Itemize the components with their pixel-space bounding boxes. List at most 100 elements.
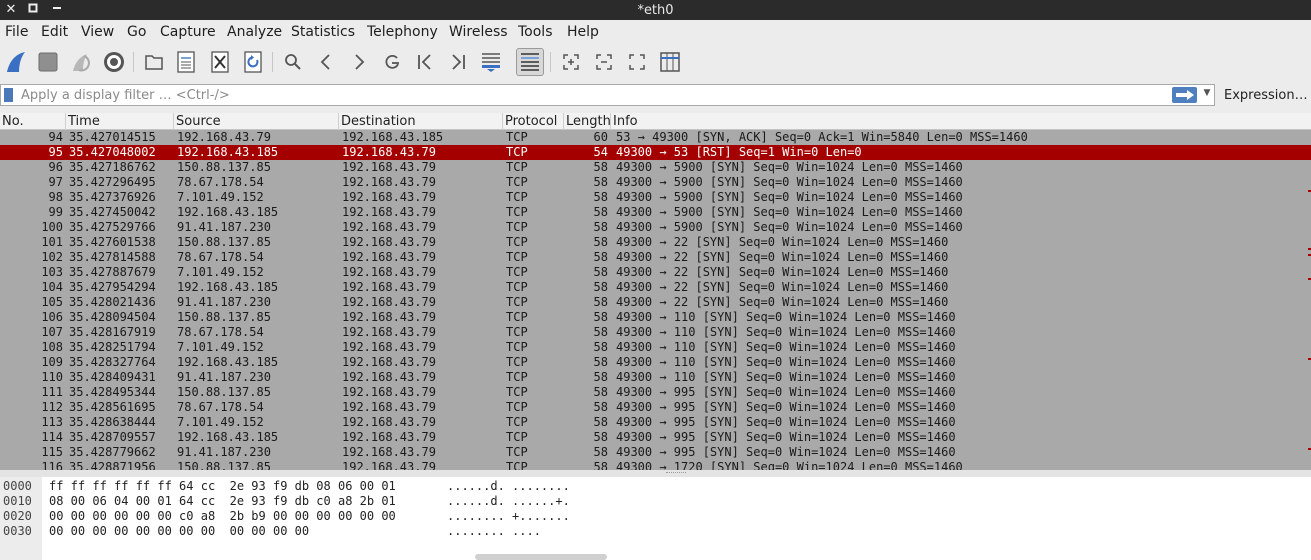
display-filter-box: ▼ [0, 84, 1215, 106]
byte-offset[interactable]: 0030 [3, 524, 32, 539]
menu-help[interactable]: Help [567, 24, 599, 40]
column-header-info[interactable]: Info [611, 113, 1308, 130]
menu-file[interactable]: File [5, 24, 28, 40]
go-forward-icon[interactable] [345, 48, 373, 76]
open-file-icon[interactable] [140, 48, 168, 76]
menu-analyze[interactable]: Analyze [227, 24, 282, 40]
byte-hex[interactable]: 08 00 06 04 00 01 64 cc 2e 93 f9 db c0 a… [49, 494, 396, 509]
packet-row[interactable]: 116 35.428871956 150.88.137.85 192.168.43.7… [0, 460, 1311, 470]
packet-row[interactable]: 108 35.428251794 7.101.49.152 192.168.43.79… [0, 340, 1311, 355]
find-packet-icon[interactable] [279, 48, 307, 76]
cell-no: 113 [41, 415, 63, 429]
cell-source: 91.41.187.230 [177, 370, 271, 384]
menu-statistics[interactable]: Statistics [291, 24, 355, 40]
column-header-length[interactable]: Length [564, 113, 611, 130]
cell-source: 192.168.43.185 [177, 280, 279, 294]
menu-wireless[interactable]: Wireless [449, 24, 508, 40]
packet-row[interactable]: 109 35.428327764 192.168.43.185 192.168.43.… [0, 355, 1311, 370]
save-file-icon[interactable] [172, 48, 200, 76]
bookmark-icon[interactable] [4, 88, 13, 102]
byte-row: 0010 08 00 06 04 00 01 64 cc 2e 93 f9 db … [0, 494, 1311, 509]
packet-row[interactable]: 103 35.427887679 7.101.49.152 192.168.43.79… [0, 265, 1311, 280]
autoscroll-icon[interactable] [477, 48, 505, 76]
cell-destination: 192.168.43.79 [342, 265, 436, 279]
close-file-icon[interactable] [206, 48, 234, 76]
cell-info: 49300 → 995 [SYN] Seq=0 Win=1024 Len=0 M… [616, 445, 956, 459]
packet-row[interactable]: 102 35.427814588 78.67.178.54 192.168.43.79… [0, 250, 1311, 265]
go-back-icon[interactable] [312, 48, 340, 76]
reload-file-icon[interactable] [239, 48, 267, 76]
packet-row[interactable]: 94 35.427014515 192.168.43.79 192.168.43.18… [0, 130, 1311, 145]
go-to-packet-icon[interactable] [378, 48, 406, 76]
cell-destination: 192.168.43.79 [342, 310, 436, 324]
display-filter-input[interactable] [21, 87, 1161, 104]
column-header-source[interactable]: Source [174, 113, 339, 130]
byte-ascii[interactable]: ........ +....... [447, 509, 570, 524]
packet-row[interactable]: 99 35.427450042 192.168.43.185 192.168.43.7… [0, 205, 1311, 220]
zoom-in-icon[interactable] [557, 48, 585, 76]
resize-columns-icon[interactable] [656, 48, 684, 76]
packet-row[interactable]: 96 35.427186762 150.88.137.85 192.168.43.79… [0, 160, 1311, 175]
byte-offset[interactable]: 0010 [3, 494, 32, 509]
cell-time: 35.427954294 [69, 280, 156, 294]
zoom-out-icon[interactable] [590, 48, 618, 76]
normal-size-icon[interactable] [623, 48, 651, 76]
packet-row[interactable]: 100 35.427529766 91.41.187.230 192.168.43.7… [0, 220, 1311, 235]
menu-telephony[interactable]: Telephony [367, 24, 438, 40]
byte-ascii[interactable]: ......d. ........ [447, 479, 570, 494]
column-header-protocol[interactable]: Protocol [503, 113, 564, 130]
capture-options-icon[interactable] [100, 48, 128, 76]
chevron-down-icon[interactable]: ▼ [1201, 88, 1213, 102]
packet-row[interactable]: 95 35.427048002 192.168.43.185 192.168.43.7… [0, 145, 1311, 160]
last-packet-icon[interactable] [444, 48, 472, 76]
stop-capture-icon[interactable] [34, 48, 62, 76]
cell-destination: 192.168.43.79 [342, 445, 436, 459]
packet-row[interactable]: 106 35.428094504 150.88.137.85 192.168.43.7… [0, 310, 1311, 325]
packet-row[interactable]: 97 35.427296495 78.67.178.54 192.168.43.79 T… [0, 175, 1311, 190]
restart-capture-icon[interactable] [67, 48, 95, 76]
apply-filter-icon[interactable] [1172, 87, 1197, 103]
menu-tools[interactable]: Tools [518, 24, 553, 40]
packet-row[interactable]: 115 35.428779662 91.41.187.230 192.168.43.7… [0, 445, 1311, 460]
column-header-destination[interactable]: Destination [339, 113, 503, 130]
packet-row[interactable]: 112 35.428561695 78.67.178.54 192.168.43.79… [0, 400, 1311, 415]
byte-hex[interactable]: ff ff ff ff ff ff 64 cc 2e 93 f9 db 08 0… [49, 479, 396, 494]
menu-go[interactable]: Go [127, 24, 146, 40]
cell-length: 58 [593, 160, 608, 174]
packet-row[interactable]: 105 35.428021436 91.41.187.230 192.168.43.7… [0, 295, 1311, 310]
byte-ascii[interactable]: ........ .... [447, 524, 541, 539]
expression-button[interactable]: Expression… [1224, 88, 1308, 103]
cell-destination: 192.168.43.79 [342, 430, 436, 444]
start-capture-icon[interactable] [2, 48, 30, 76]
column-header-no[interactable]: No. [0, 113, 66, 130]
colorize-icon[interactable] [516, 48, 544, 76]
packet-row[interactable]: 107 35.428167919 78.67.178.54 192.168.43.79… [0, 325, 1311, 340]
byte-offset[interactable]: 0000 [3, 479, 32, 494]
packet-list[interactable]: No. Time Source Destination Protocol Len… [0, 113, 1311, 470]
toolbar-separator [272, 52, 273, 72]
byte-ascii[interactable]: ......d. ......+. [447, 494, 570, 509]
packet-row[interactable]: 114 35.428709557 192.168.43.185 192.168.43.… [0, 430, 1311, 445]
packet-row[interactable]: 110 35.428409431 91.41.187.230 192.168.43.7… [0, 370, 1311, 385]
first-packet-icon[interactable] [411, 48, 439, 76]
packet-row[interactable]: 101 35.427601538 150.88.137.85 192.168.43.7… [0, 235, 1311, 250]
menu-capture[interactable]: Capture [160, 24, 216, 40]
packet-row[interactable]: 104 35.427954294 192.168.43.185 192.168.43.… [0, 280, 1311, 295]
pane-splitter[interactable] [0, 470, 1311, 477]
packet-row[interactable]: 113 35.428638444 7.101.49.152 192.168.43.79… [0, 415, 1311, 430]
menu-view[interactable]: View [81, 24, 114, 40]
cell-time: 35.428495344 [69, 385, 156, 399]
horizontal-scrollbar[interactable] [475, 554, 607, 560]
cell-time: 35.428094504 [69, 310, 156, 324]
byte-offset[interactable]: 0020 [3, 509, 32, 524]
byte-hex[interactable]: 00 00 00 00 00 00 00 00 00 00 00 00 [49, 524, 309, 539]
cell-source: 7.101.49.152 [177, 190, 264, 204]
packet-row[interactable]: 111 35.428495344 150.88.137.85 192.168.43.7… [0, 385, 1311, 400]
cell-source: 7.101.49.152 [177, 265, 264, 279]
cell-length: 58 [593, 355, 608, 369]
packet-row[interactable]: 98 35.427376926 7.101.49.152 192.168.43.79 T… [0, 190, 1311, 205]
menu-edit[interactable]: Edit [41, 24, 68, 40]
byte-hex[interactable]: 00 00 00 00 00 00 c0 a8 2b b9 00 00 00 0… [49, 509, 396, 524]
packet-bytes-pane[interactable]: 0000 ff ff ff ff ff ff 64 cc 2e 93 f9 db … [0, 477, 1311, 560]
column-header-time[interactable]: Time [66, 113, 174, 130]
